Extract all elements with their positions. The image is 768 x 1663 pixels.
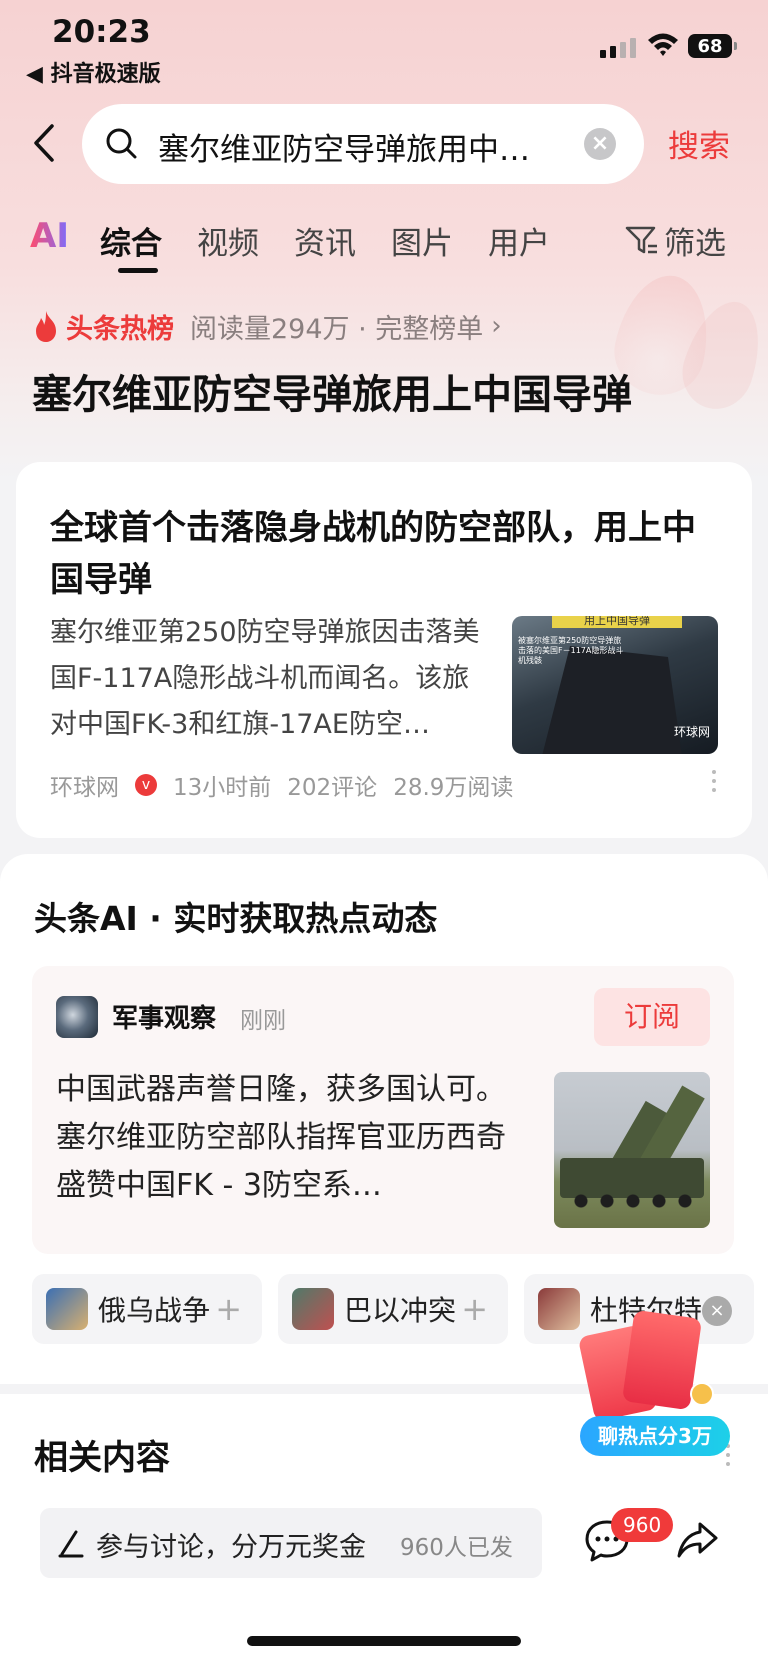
avatar (292, 1288, 334, 1330)
tab-ai[interactable]: AI (30, 216, 69, 256)
article-title[interactable]: 全球首个击落隐身战机的防空部队，用上中国导弹 (50, 502, 720, 606)
thumbnail-logo: 环球网 (673, 725, 710, 739)
article-time: 13小时前 (173, 775, 272, 801)
close-icon[interactable]: × (702, 1296, 732, 1326)
hot-board-row[interactable]: 头条热榜 阅读量294万 · 完整榜单 › (32, 306, 502, 346)
tab-comprehensive[interactable]: 综合 (100, 218, 162, 263)
home-indicator[interactable] (247, 1636, 521, 1646)
hot-board-meta[interactable]: 阅读量294万 · 完整榜单 (190, 307, 483, 346)
avatar (46, 1288, 88, 1330)
truck-wheels (568, 1194, 698, 1208)
comment-count: 960人已发 (400, 1535, 513, 1561)
article-source[interactable]: 环球网 (50, 768, 119, 802)
status-time: 20:23 (52, 14, 151, 50)
search-query[interactable]: 塞尔维亚防空导弹旅用中… (158, 124, 568, 169)
post-time: 刚刚 (240, 1008, 286, 1034)
article-thumbnail[interactable]: 用上中国导弹 被塞尔维亚第250防空导弹旅击落的美国F－117A隐形战斗机残骸 … (512, 616, 718, 754)
back-to-app-link[interactable]: ◀ 抖音极速版 (26, 56, 161, 88)
topic-chip[interactable]: 俄乌战争 + (32, 1274, 262, 1344)
topic-label: 巴以冲突 (344, 1294, 457, 1327)
promo-label[interactable]: 聊热点分3万 (580, 1416, 730, 1456)
battery-icon: 68 (688, 34, 737, 58)
truck-body (560, 1158, 704, 1198)
topic-label: 俄乌战争 (98, 1294, 211, 1327)
status-bar: 20:23 ◀ 抖音极速版 68 (0, 0, 768, 90)
pen-icon (58, 1530, 84, 1558)
hot-board-label: 头条热榜 (66, 313, 174, 345)
cellular-signal-icon (600, 38, 636, 58)
article-reads: 28.9万阅读 (393, 775, 514, 801)
tab-filter[interactable]: 筛选 (664, 218, 726, 263)
more-options-icon[interactable] (712, 770, 718, 792)
tab-news[interactable]: 资讯 (294, 218, 356, 263)
thumbnail-banner: 用上中国导弹 (552, 616, 682, 628)
wifi-icon (648, 33, 678, 56)
related-title: 相关内容 (34, 1438, 170, 1478)
filter-icon[interactable] (624, 224, 660, 256)
avatar (538, 1288, 580, 1330)
article-meta: 环球网 v 13小时前 202评论 28.9万阅读 (50, 768, 529, 802)
tab-video[interactable]: 视频 (197, 218, 259, 263)
comment-input[interactable]: 参与讨论，分万元奖金 960人已发 (40, 1508, 542, 1578)
search-icon (106, 128, 137, 159)
tab-users[interactable]: 用户 (488, 218, 550, 263)
plus-icon[interactable]: + (215, 1290, 242, 1328)
comment-prompt: 参与讨论，分万元奖金 (96, 1532, 366, 1563)
clear-icon[interactable]: × (584, 128, 616, 160)
coin-icon (690, 1382, 714, 1406)
ai-news-text[interactable]: 中国武器声誉日隆，获多国认可。塞尔维亚防空部队指挥官亚历西奇盛赞中国FK - 3… (56, 1066, 518, 1210)
missile-launcher-image[interactable] (554, 1072, 710, 1228)
channel-name[interactable]: 军事观察 (112, 998, 216, 1035)
thumbnail-caption: 被塞尔维亚第250防空导弹旅击落的美国F－117A隐形战斗机残骸 (518, 636, 624, 665)
tab-bar: AI 综合 视频 资讯 图片 用户 筛选 (0, 212, 768, 273)
red-packet-promo[interactable]: 聊热点分3万 × (577, 1296, 732, 1460)
topic-chip[interactable]: 巴以冲突 + (278, 1274, 508, 1344)
article-card[interactable]: 全球首个击落隐身战机的防空部队，用上中国导弹 塞尔维亚第250防空导弹旅因击落美… (16, 462, 752, 838)
back-arrow-icon[interactable] (26, 118, 66, 168)
subscribe-button[interactable]: 订阅 (594, 988, 710, 1046)
article-comments: 202评论 (287, 775, 378, 801)
search-button[interactable]: 搜索 (668, 121, 730, 166)
chevron-right-icon: › (491, 311, 502, 341)
article-summary[interactable]: 塞尔维亚第250防空导弹旅因击落美国F-117A隐形战斗机而闻名。该旅对中国FK… (50, 610, 490, 748)
ai-section-heading: 头条AI · 实时获取热点动态 (34, 899, 438, 938)
avatar[interactable] (56, 996, 98, 1038)
ai-news-item[interactable]: 军事观察 刚刚 订阅 中国武器声誉日隆，获多国认可。塞尔维亚防空部队指挥官亚历西… (32, 966, 734, 1254)
verified-icon: v (135, 774, 157, 796)
tab-images[interactable]: 图片 (391, 218, 453, 263)
search-input[interactable]: 塞尔维亚防空导弹旅用中… × (82, 104, 644, 184)
active-tab-indicator (118, 268, 158, 273)
hot-topic-title[interactable]: 塞尔维亚防空导弹旅用上中国导弹 (32, 362, 632, 420)
share-icon[interactable] (676, 1520, 718, 1560)
plus-icon[interactable]: + (461, 1290, 488, 1328)
fire-icon (36, 311, 56, 342)
comment-badge: 960 (611, 1508, 674, 1542)
